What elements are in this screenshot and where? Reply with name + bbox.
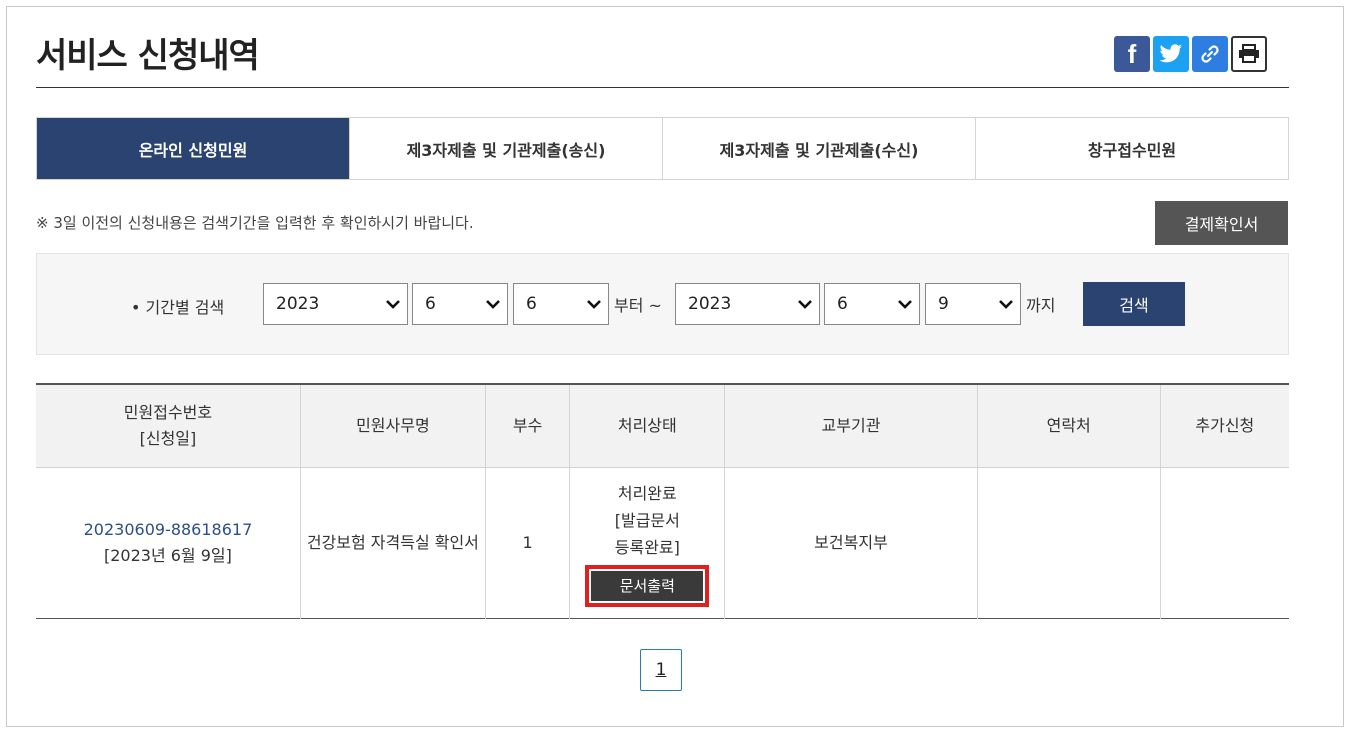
copy-link-button[interactable] xyxy=(1192,36,1228,72)
from-day-value: 6 xyxy=(526,294,537,314)
period-search-panel: • 기간별 검색 2023 6 6 부터 ~ 2023 6 9 까지 검색 xyxy=(36,253,1289,355)
chevron-down-icon xyxy=(486,300,500,309)
chevron-down-icon xyxy=(587,300,601,309)
cell-receipt-no: 20230609-88618617 [2023년 6월 9일] xyxy=(36,468,300,619)
from-suffix-text: 부터 ~ xyxy=(614,296,662,315)
cell-extra-request xyxy=(1159,467,1289,619)
header-service-name: 민원사무명 xyxy=(299,384,486,468)
from-day-select[interactable]: 6 xyxy=(513,283,609,325)
print-highlight: 문서출력 xyxy=(585,564,710,607)
facebook-share-button[interactable]: f xyxy=(1114,36,1150,72)
share-bar: f xyxy=(1114,36,1267,72)
cell-copies: 1 xyxy=(484,467,570,619)
chevron-down-icon xyxy=(798,300,812,309)
chevron-down-icon xyxy=(999,300,1013,309)
service-name: 건강보험 자격득실 확인서 xyxy=(306,533,479,552)
tab-bar: 온라인 신청민원 제3자제출 및 기관제출(송신) 제3자제출 및 기관제출(수… xyxy=(36,117,1289,180)
tab-online-application[interactable]: 온라인 신청민원 xyxy=(37,118,349,179)
status-line-2: [발급문서 xyxy=(614,510,680,530)
chevron-down-icon xyxy=(898,300,912,309)
to-suffix-text: 까지 xyxy=(1026,296,1056,315)
twitter-icon xyxy=(1159,44,1182,63)
to-day-select[interactable]: 9 xyxy=(925,283,1021,325)
to-year-select[interactable]: 2023 xyxy=(675,283,820,325)
receipt-number-link[interactable]: 20230609-88618617 xyxy=(84,520,253,539)
print-page-button[interactable] xyxy=(1231,36,1267,72)
application-table: 민원접수번호 [신청일] 민원사무명 부수 처리상태 교부기관 연락처 추가신청… xyxy=(36,383,1289,619)
header-receipt-no: 민원접수번호 [신청일] xyxy=(36,384,301,468)
from-month-value: 6 xyxy=(425,294,436,314)
search-button[interactable]: 검색 xyxy=(1083,282,1185,326)
to-month-select[interactable]: 6 xyxy=(824,283,920,325)
application-date: [2023년 6월 9일] xyxy=(103,546,232,565)
from-year-select[interactable]: 2023 xyxy=(263,283,408,325)
header-copies: 부수 xyxy=(484,384,570,468)
facebook-icon: f xyxy=(1127,38,1137,69)
to-year-value: 2023 xyxy=(688,294,732,314)
status-line-1: 처리완료 xyxy=(617,483,677,503)
title-divider xyxy=(36,87,1289,88)
header-status: 처리상태 xyxy=(569,384,725,468)
page-number-1[interactable]: 1 xyxy=(640,649,682,691)
from-month-select[interactable]: 6 xyxy=(412,283,508,325)
table-row: 20230609-88618617 [2023년 6월 9일] 건강보험 자격득… xyxy=(36,467,1289,619)
link-icon xyxy=(1201,45,1219,63)
chevron-down-icon xyxy=(386,300,400,309)
print-document-button[interactable]: 문서출력 xyxy=(591,570,704,601)
table-header-row: 민원접수번호 [신청일] 민원사무명 부수 처리상태 교부기관 연락처 추가신청 xyxy=(36,384,1289,468)
tab-counter-application[interactable]: 창구접수민원 xyxy=(975,118,1288,179)
printer-icon xyxy=(1239,44,1259,63)
header-receipt-no-label: 민원접수번호 xyxy=(123,403,213,422)
period-search-label: • 기간별 검색 xyxy=(131,298,225,317)
to-day-value: 9 xyxy=(938,294,949,314)
payment-receipt-button[interactable]: 결제확인서 xyxy=(1155,201,1288,245)
cell-service-name: 건강보험 자격득실 확인서 xyxy=(299,467,486,619)
page-title: 서비스 신청내역 xyxy=(36,36,260,76)
from-year-value: 2023 xyxy=(276,294,320,314)
twitter-share-button[interactable] xyxy=(1153,36,1189,72)
header-extra-request: 추가신청 xyxy=(1159,384,1289,468)
tab-third-party-receive[interactable]: 제3자제출 및 기관제출(수신) xyxy=(662,118,975,179)
status-line-3: 등록완료] xyxy=(614,537,680,557)
tab-third-party-send[interactable]: 제3자제출 및 기관제출(송신) xyxy=(349,118,662,179)
header-application-date-label: [신청일] xyxy=(139,429,197,448)
cell-contact xyxy=(976,467,1161,619)
cell-status: 처리완료 [발급문서 등록완료] 문서출력 xyxy=(569,467,725,619)
to-month-value: 6 xyxy=(837,294,848,314)
header-contact: 연락처 xyxy=(976,384,1161,468)
cell-agency: 보건복지부 xyxy=(724,467,978,619)
header-agency: 교부기관 xyxy=(724,384,978,468)
notice-text: ※ 3일 이전의 신청내용은 검색기간을 입력한 후 확인하시기 바랍니다. xyxy=(36,214,474,232)
